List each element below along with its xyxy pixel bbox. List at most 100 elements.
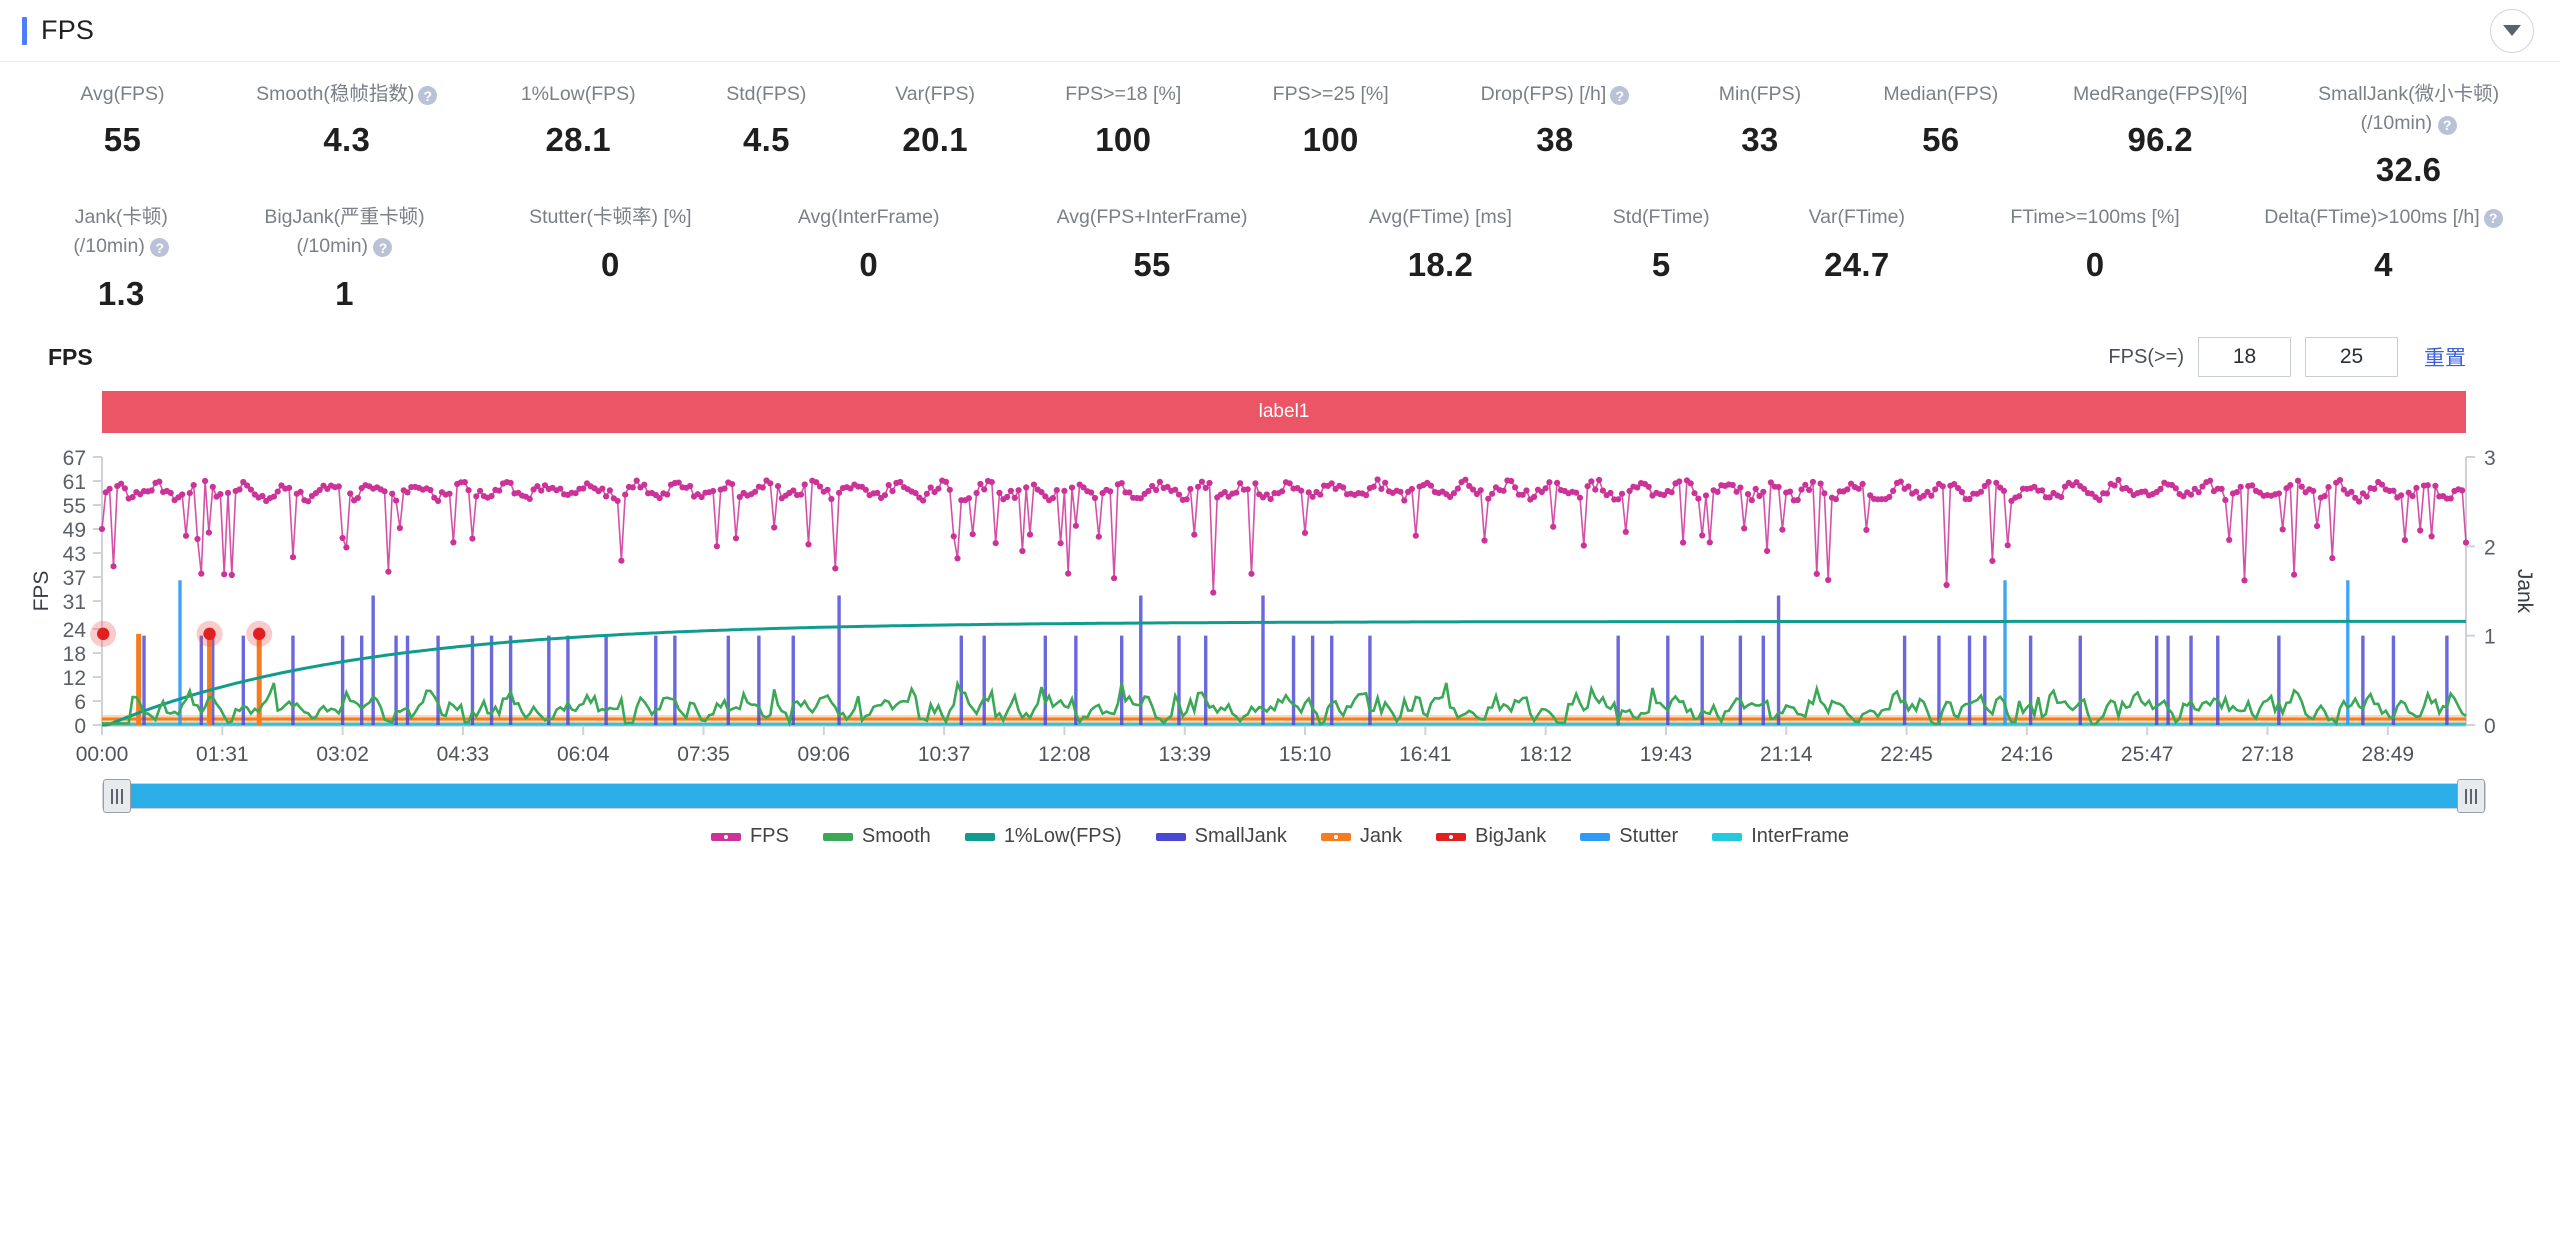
metric-1: Avg(FPS) 55 [26, 80, 219, 189]
legend-color-swatch [964, 832, 995, 841]
series-fps-line [101, 477, 2467, 593]
metric-value: 33 [1741, 121, 1779, 159]
x-axis-tick-label: 22:45 [1880, 743, 1933, 766]
metric-label-line1: SmallJank(微小卡顿) [2318, 83, 2500, 105]
metric-value: 28.1 [545, 121, 611, 159]
metric-5: Var(FPS) 20.1 [851, 80, 1020, 189]
x-axis-tick-label: 10:37 [918, 743, 971, 766]
metric-label: 1%Low(FPS) [521, 80, 636, 109]
y-axis-tick-label: 18 [63, 643, 86, 666]
metric-value: 56 [1922, 121, 1960, 159]
metrics-row-2: Jank(卡顿) (/10min) ? 1.3 BigJank(严重卡顿) (/10mi… [26, 203, 2534, 314]
x-axis-tick-label: 28:49 [2362, 743, 2415, 766]
metric-label-line1: Delta(FTime)>100ms [/h] [2264, 205, 2480, 228]
y2-axis-title: Jank [2513, 569, 2534, 614]
metric-label: Var(FTime) [1809, 203, 1905, 232]
metric-label: Stutter(卡顿率) [%] [529, 203, 692, 232]
metric-3: Stutter(卡顿率) [%] 0 [472, 203, 748, 314]
x-axis-tick-label: 00:00 [76, 743, 129, 766]
metric-value: 1 [335, 275, 354, 312]
y-axis-tick-label: 49 [63, 519, 86, 542]
range-slider-handle-left[interactable] [103, 779, 131, 813]
help-icon[interactable]: ? [2483, 208, 2503, 228]
y-axis-tick-label: 37 [63, 567, 86, 590]
metric-2: Smooth(稳帧指数)? 4.3 [219, 80, 475, 189]
metric-label: Smooth(稳帧指数)? [256, 80, 438, 109]
page-title: FPS [41, 15, 95, 45]
metric-label-line1: Min(FPS) [1718, 83, 1802, 105]
x-axis-tick-label: 25:47 [2121, 743, 2174, 766]
metric-4: Std(FPS) 4.5 [682, 80, 851, 189]
metric-label-line1: FPS>=25 [%] [1272, 83, 1389, 105]
scene-label-band[interactable]: label1 [102, 391, 2466, 433]
chart-title: FPS [48, 343, 93, 370]
fps-plot[interactable]: 0 6 12 18 24 31 37 43 49 55 61 67 FPS 0 1 2 3 Jank 00:00 01… [26, 447, 2534, 777]
legend-label: InterFrame [1751, 825, 1850, 847]
metric-value: 100 [1302, 121, 1359, 159]
metric-label: Avg(FTime) [ms] [1369, 203, 1512, 232]
x-axis-tick-label: 15:10 [1279, 743, 1332, 766]
fps-threshold-label: FPS(>=) [2108, 345, 2184, 368]
metric-value: 32.6 [2375, 150, 2442, 188]
legend-color-swatch [710, 832, 741, 841]
metric-7: FPS>=25 [%] 100 [1227, 80, 1434, 189]
metric-value: 5 [1651, 245, 1671, 283]
help-icon[interactable]: ? [150, 238, 170, 258]
legend-item-smalljank[interactable]: SmallJank [1155, 825, 1287, 848]
fps-threshold-low-input[interactable] [2198, 337, 2291, 377]
y2-axis-tick-label: 0 [2484, 715, 2496, 738]
y-axis-tick-label: 31 [63, 591, 86, 614]
legend-item-1-low-fps-[interactable]: 1%Low(FPS) [964, 825, 1122, 848]
legend-item-smooth[interactable]: Smooth [822, 825, 931, 848]
help-icon[interactable]: ? [2437, 115, 2457, 135]
metric-6: Avg(FTime) [ms] 18.2 [1315, 203, 1566, 314]
fps-plot-svg[interactable]: 0612182431374349556167FPS0123Jank00:00 01… [26, 447, 2534, 777]
x-axis-tick-label: 24:16 [2001, 743, 2054, 766]
legend-item-bigjank[interactable]: BigJank [1436, 825, 1546, 848]
metric-label-line1: MedRange(FPS)[%] [2072, 83, 2248, 105]
panel-header: FPS [0, 0, 2560, 62]
metric-label-line1: Avg(FPS+InterFrame) [1056, 205, 1248, 228]
help-icon[interactable]: ? [418, 86, 438, 106]
legend-color-swatch [1580, 832, 1611, 841]
metric-value: 100 [1095, 121, 1152, 159]
metric-value: 4.5 [742, 121, 790, 159]
metric-5: Avg(FPS+InterFrame) 55 [989, 203, 1315, 314]
legend-item-jank[interactable]: Jank [1320, 825, 1403, 848]
metric-label-line1: Smooth(稳帧指数) [256, 83, 415, 105]
metric-2: BigJank(严重卡顿) (/10min) ? 1 [217, 203, 473, 314]
metric-label: Median(FPS) [1883, 80, 1998, 109]
range-slider[interactable] [26, 779, 2534, 813]
legend-color-swatch [1436, 832, 1467, 841]
metric-label: Delta(FTime)>100ms [/h]? [2264, 203, 2503, 232]
legend-item-stutter[interactable]: Stutter [1580, 825, 1678, 848]
help-icon[interactable]: ? [373, 238, 393, 258]
legend-item-interframe[interactable]: InterFrame [1712, 825, 1849, 848]
range-slider-track[interactable] [102, 779, 2486, 813]
legend-color-swatch [822, 832, 853, 841]
metric-label: Drop(FPS) [/h]? [1481, 80, 1630, 109]
collapse-panel-button[interactable] [2490, 8, 2534, 53]
y-axis-tick-label: 43 [63, 543, 86, 566]
metric-label-line1: Median(FPS) [1883, 83, 1999, 105]
x-axis-tick-label: 01:31 [196, 743, 249, 766]
y-axis-tick-label: 61 [63, 471, 86, 494]
metric-label: MedRange(FPS)[%] [2073, 80, 2247, 109]
legend-item-fps[interactable]: FPS [710, 825, 789, 848]
metric-label: Avg(FPS) [80, 80, 164, 109]
metric-label: FPS>=18 [%] [1065, 80, 1181, 109]
legend-color-swatch [1155, 832, 1186, 841]
metric-label-line1: Std(FPS) [726, 83, 807, 105]
y2-axis-tick-label: 1 [2484, 626, 2496, 649]
reset-button[interactable]: 重置 [2424, 342, 2466, 372]
metric-label: BigJank(严重卡顿) (/10min) ? [217, 203, 473, 262]
range-slider-handle-right[interactable] [2457, 779, 2485, 813]
legend-label: Jank [1359, 825, 1403, 847]
metric-10: Median(FPS) 56 [1844, 80, 2037, 189]
y-axis-title: FPS [30, 571, 53, 612]
metric-7: Std(FTime) 5 [1566, 203, 1757, 314]
help-icon[interactable]: ? [1610, 86, 1630, 106]
legend-label: Smooth [861, 825, 931, 847]
fps-threshold-high-input[interactable] [2305, 337, 2398, 377]
metric-label-line2: (/10min) ? [2283, 109, 2534, 138]
